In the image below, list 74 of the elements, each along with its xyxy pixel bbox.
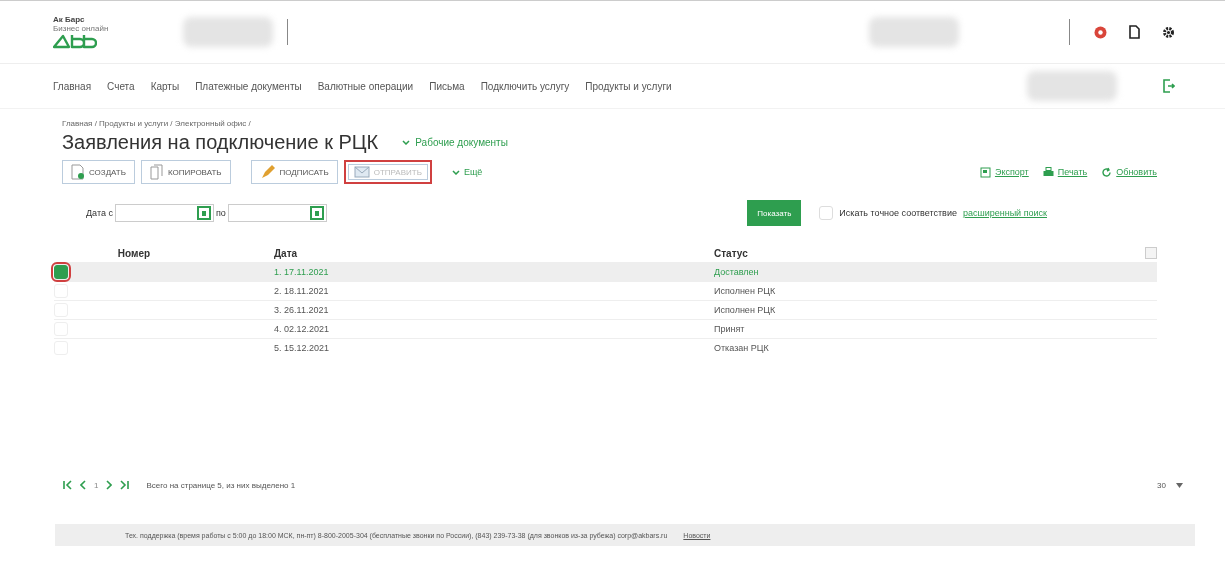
column-header: Номер xyxy=(84,244,184,263)
table-row[interactable]: 5. 15.12.2021 Отказан РЦК xyxy=(54,338,1157,357)
nav-link[interactable]: Платежные документы xyxy=(195,80,302,92)
action-link[interactable]: Печать xyxy=(1057,167,1088,177)
table-row[interactable]: 4. 02.12.2021 Принят xyxy=(54,319,1157,339)
nav-link[interactable]: Продукты и услуги xyxy=(585,80,672,92)
page-title: Заявления на подключение к РЦК xyxy=(62,131,379,154)
row-number: 5. xyxy=(274,343,282,353)
nav-link[interactable]: Карты xyxy=(150,80,180,92)
new-document-icon xyxy=(71,164,85,180)
table-row[interactable]: 3. 26.11.2021 Исполнен РЦК xyxy=(54,300,1157,320)
nav-link[interactable]: Счета xyxy=(107,80,135,92)
pen-icon xyxy=(259,164,276,180)
logout-icon[interactable] xyxy=(1163,79,1175,93)
toolbar-button[interactable]: КОПИРОВАТЬ xyxy=(140,160,231,184)
breadcrumb[interactable]: Главная / Продукты и услуги / Электронный офис / xyxy=(62,119,1157,128)
date-cell: 26.11.2021 xyxy=(284,305,329,315)
nav-link[interactable]: Главная xyxy=(53,80,92,92)
exact-match-label: Искать точное соответствие xyxy=(839,208,957,218)
chevron-down-icon xyxy=(451,169,460,175)
row-number: 1. xyxy=(274,267,282,277)
settings-icon[interactable] xyxy=(1162,25,1175,39)
row-number: 2. xyxy=(274,286,282,296)
page-size-select[interactable]: 30 xyxy=(1157,480,1166,490)
exact-match-checkbox[interactable] xyxy=(819,206,834,220)
date-from-label: Дата с xyxy=(86,208,113,218)
page-summary: Всего на странице 5, из них выделено 1 xyxy=(146,480,296,490)
toolbar-button[interactable]: ПОДПИСАТЬ xyxy=(250,160,338,184)
calendar-icon[interactable] xyxy=(309,206,324,220)
next-page-icon[interactable] xyxy=(106,480,113,490)
status-cell: Исполнен РЦК xyxy=(714,305,776,315)
chevron-down-icon xyxy=(402,140,411,145)
nav-link[interactable]: Валютные операции xyxy=(317,80,414,92)
action-link[interactable]: Экспорт xyxy=(994,167,1029,177)
status-cell: Принят xyxy=(714,324,745,334)
date-to-field[interactable] xyxy=(227,204,327,222)
logo-icon xyxy=(53,33,97,49)
brand-subtitle: Бизнес онлайн xyxy=(53,24,110,33)
date-cell: 17.11.2021 xyxy=(284,267,329,277)
more-link[interactable]: Ещё xyxy=(463,167,483,177)
first-page-icon[interactable] xyxy=(62,480,72,490)
column-header: Статус xyxy=(714,244,1137,263)
copy-icon xyxy=(149,164,164,180)
status-cell: Отказан РЦК xyxy=(714,343,769,353)
date-to-label: по xyxy=(215,208,226,218)
advanced-search-link[interactable]: расширенный поиск xyxy=(962,208,1047,218)
export-icon xyxy=(979,166,991,178)
column-header: Дата xyxy=(184,244,714,263)
status-cell: Исполнен РЦК xyxy=(714,286,776,296)
status-cell: Доставлен xyxy=(714,267,759,277)
date-cell: 15.12.2021 xyxy=(284,343,330,353)
refresh-icon xyxy=(1101,166,1113,178)
envelope-icon xyxy=(353,165,370,179)
page-number: 1 xyxy=(94,480,99,490)
work-documents-link[interactable]: Рабочие документы xyxy=(415,137,508,148)
last-page-icon[interactable] xyxy=(120,480,131,490)
calendar-icon[interactable] xyxy=(196,206,211,220)
date-cell: 18.11.2021 xyxy=(284,286,329,296)
row-number: 3. xyxy=(274,305,282,315)
printer-icon xyxy=(1042,166,1054,178)
action-link[interactable]: Обновить xyxy=(1116,167,1157,177)
nav-link[interactable]: Письма xyxy=(429,80,465,92)
row-checkbox[interactable] xyxy=(54,265,68,279)
table-row[interactable]: 2. 18.11.2021 Исполнен РЦК xyxy=(54,281,1157,301)
record-icon[interactable] xyxy=(1094,25,1107,39)
document-icon[interactable] xyxy=(1129,25,1140,39)
dropdown-caret-icon[interactable] xyxy=(1176,482,1183,488)
brand-name: Ак Барс xyxy=(53,15,86,24)
date-from-field[interactable] xyxy=(114,204,214,222)
nav-link[interactable]: Подключить услугу xyxy=(480,80,570,92)
previous-page-icon[interactable] xyxy=(80,480,86,490)
row-number: 4. xyxy=(274,324,282,334)
toolbar-button[interactable]: СОЗДАТЬ xyxy=(62,160,135,184)
date-cell: 02.12.2021 xyxy=(284,324,330,334)
